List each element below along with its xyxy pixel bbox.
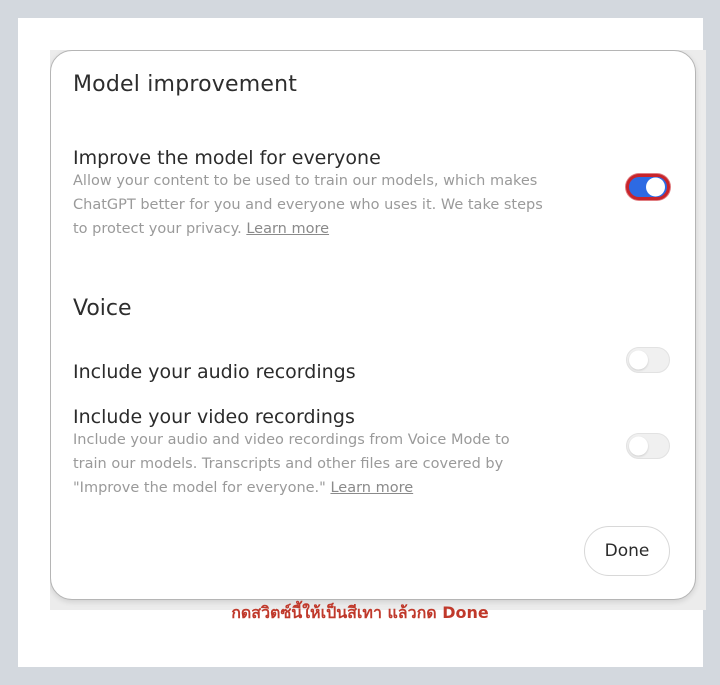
learn-more-link[interactable]: Learn more xyxy=(246,221,329,237)
section-title-model-improvement: Model improvement xyxy=(73,72,298,97)
video-recordings-description: Include your audio and video recordings … xyxy=(73,428,543,500)
data-controls-dialog: Model improvement Improve the model for … xyxy=(50,50,696,600)
toggle-knob xyxy=(629,350,648,370)
video-recordings-desc-text: Include your audio and video recordings … xyxy=(73,432,510,496)
improve-model-description: Allow your content to be used to train o… xyxy=(73,169,543,241)
improve-model-label: Improve the model for everyone xyxy=(73,147,381,169)
screenshot-area: Model improvement Improve the model for … xyxy=(50,50,706,610)
section-title-voice: Voice xyxy=(73,296,132,321)
done-button[interactable]: Done xyxy=(584,526,670,576)
audio-recordings-label: Include your audio recordings xyxy=(73,361,356,383)
video-recordings-toggle[interactable] xyxy=(626,433,670,459)
audio-recordings-toggle[interactable] xyxy=(626,347,670,373)
toggle-knob xyxy=(646,177,665,197)
improve-model-toggle[interactable] xyxy=(626,174,670,200)
instruction-caption: กดสวิตซ์นี้ให้เป็นสีเทา แล้วกด Done xyxy=(231,603,489,622)
toggle-knob xyxy=(629,436,648,456)
video-recordings-label: Include your video recordings xyxy=(73,406,355,428)
learn-more-link[interactable]: Learn more xyxy=(330,480,413,496)
screenshot-frame: Model improvement Improve the model for … xyxy=(18,18,706,667)
